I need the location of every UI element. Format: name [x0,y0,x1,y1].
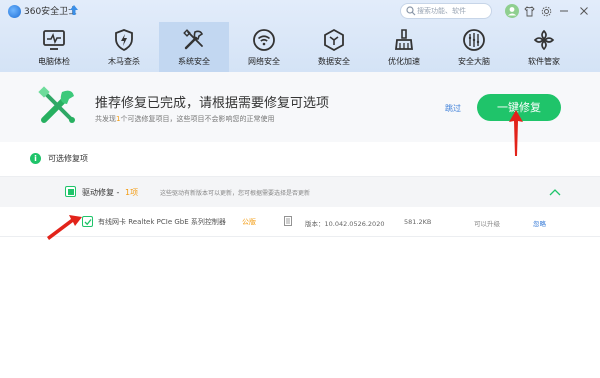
driver-fix-group[interactable]: 驱动修复 - 1项 这些驱动有新版本可以更新，您可根据需要选择是否更新 [0,176,600,207]
monitor-icon [43,30,65,50]
nav-label: 软件管家 [528,57,560,66]
nav-item-data-security[interactable]: 数据安全 [299,22,369,72]
wifi-icon [253,29,275,51]
list-item: 有线网卡 Realtek PCIe GbE 系列控制器 公版 版本：10.042… [0,207,600,237]
shield-bolt-icon [115,29,133,52]
nav-label: 数据安全 [318,57,350,66]
search-icon [406,6,416,16]
app-logo-icon [8,5,21,18]
skin-button[interactable] [521,3,537,19]
info-icon: i [30,153,41,164]
check-icon [84,219,92,226]
skip-link[interactable]: 跳过 [445,103,461,114]
minimize-icon [560,10,568,12]
main-nav: 电脑体检 木马查杀 系统安全 网络安全 数据安全 优化加速 安全大脑 软件管家 [0,22,600,72]
gear-icon [541,6,551,16]
data-shield-icon [324,28,344,52]
nav-item-security-brain[interactable]: 安全大脑 [439,22,509,72]
item-tag: 公版 [242,218,256,226]
close-button[interactable] [576,3,592,19]
banner-title: 推荐修复已完成，请根据需要修复可选项 [95,96,330,111]
section-title: 可选修复项 [48,154,88,163]
item-size: 581.2KB [404,218,432,226]
minimize-button[interactable] [556,3,572,19]
nav-label: 网络安全 [248,57,280,66]
chevron-up-icon[interactable] [549,187,561,197]
nav-item-trojan-scan[interactable]: 木马查杀 [89,22,159,72]
apps-icon [533,29,555,51]
broom-icon [394,29,414,50]
settings-button[interactable] [538,3,554,19]
item-checkbox[interactable] [82,216,93,227]
subtitle-prefix: 共发现 [95,115,116,123]
avatar[interactable] [504,3,520,19]
shirt-icon [523,5,535,16]
nav-item-optimize[interactable]: 优化加速 [369,22,439,72]
group-checkbox[interactable] [65,186,76,197]
nav-label: 木马查杀 [108,57,140,66]
nav-item-system-security[interactable]: 系统安全 [159,22,229,72]
nav-item-software-manager[interactable]: 软件管家 [509,22,579,72]
group-description: 这些驱动有新版本可以更新，您可根据需要选择是否更新 [160,190,311,197]
item-name: 有线网卡 Realtek PCIe GbE 系列控制器 [98,218,226,226]
search-box[interactable] [400,3,492,19]
item-version: 版本：10.042.0526.2020 [305,220,385,228]
nav-label: 安全大脑 [458,57,490,66]
update-arrow-icon[interactable] [69,4,79,16]
ignore-link[interactable]: 忽略 [533,218,546,228]
banner-subtitle: 共发现1个可选修复项目，这些项目不会影响您的正常使用 [95,114,274,124]
avatar-icon [505,4,519,18]
close-icon [580,7,588,15]
annotation-arrow-up [509,110,523,156]
subtitle-suffix: 个可选修复项目，这些项目不会影响您的正常使用 [120,115,275,123]
nav-label: 电脑体检 [38,57,70,66]
nav-item-network-security[interactable]: 网络安全 [229,22,299,72]
repair-tools-icon [38,86,75,123]
annotation-arrow-right [47,215,82,240]
brain-icon [463,29,485,51]
app-header: 360安全卫士 搜索功能、软件 电脑体检 木马查杀 系统安全 网络安全 数据安全… [0,0,600,72]
item-status: 可以升级 [474,220,500,228]
nav-label: 优化加速 [388,57,420,66]
nav-item-pc-checkup[interactable]: 电脑体检 [19,22,89,72]
group-count: 1项 [125,188,139,197]
group-name: 驱动修复 - [82,188,120,197]
tools-icon [183,29,204,50]
partial-check-icon [68,189,74,195]
title-bar: 360安全卫士 [0,0,600,22]
nav-label: 系统安全 [178,57,210,66]
document-icon[interactable] [284,216,292,226]
search-input[interactable] [417,5,489,17]
